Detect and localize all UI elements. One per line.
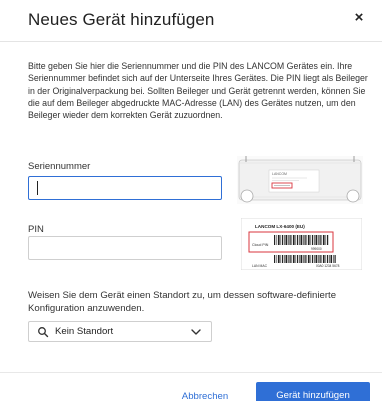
card-pin-value: 999000 [311,247,322,251]
standort-description: Weisen Sie dem Gerät einen Standort zu, … [28,290,337,315]
card-mac-value: 00A0 1234 5678 [316,264,340,268]
dialog-header: Neues Gerät hinzufügen × [0,0,382,42]
serial-label: Seriennummer [28,161,91,172]
text-cursor [37,181,38,195]
chevron-down-icon [191,329,201,335]
cancel-button[interactable]: Abbrechen [166,385,244,401]
pin-label: PIN [28,224,44,235]
add-device-button[interactable]: Gerät hinzufügen [256,382,370,401]
intro-text: Bitte geben Sie hier die Seriennummer un… [28,61,368,121]
search-icon [38,327,49,338]
close-icon[interactable]: × [352,10,366,26]
card-title: LANCOM LX-6400 (EU) [255,224,305,229]
device-bottom-image: LANCOM [237,156,363,204]
pin-barcode [274,235,329,245]
pin-input[interactable] [28,236,222,260]
pin-card-image: LANCOM LX-6400 (EU) Cloud PIN 999000 LAN… [241,218,362,270]
serial-number-input[interactable] [28,176,222,200]
card-cloud-pin: Cloud PIN [252,243,269,247]
standort-select[interactable]: Kein Standort [28,321,212,342]
footer-divider [0,372,382,373]
device-label-brand: LANCOM [272,172,287,176]
standort-select-value: Kein Standort [55,326,114,337]
dialog-title: Neues Gerät hinzufügen [28,10,215,29]
add-device-dialog: Neues Gerät hinzufügen × Bitte geben Sie… [0,0,382,401]
card-lan-mac: LAN MAC [252,264,268,268]
